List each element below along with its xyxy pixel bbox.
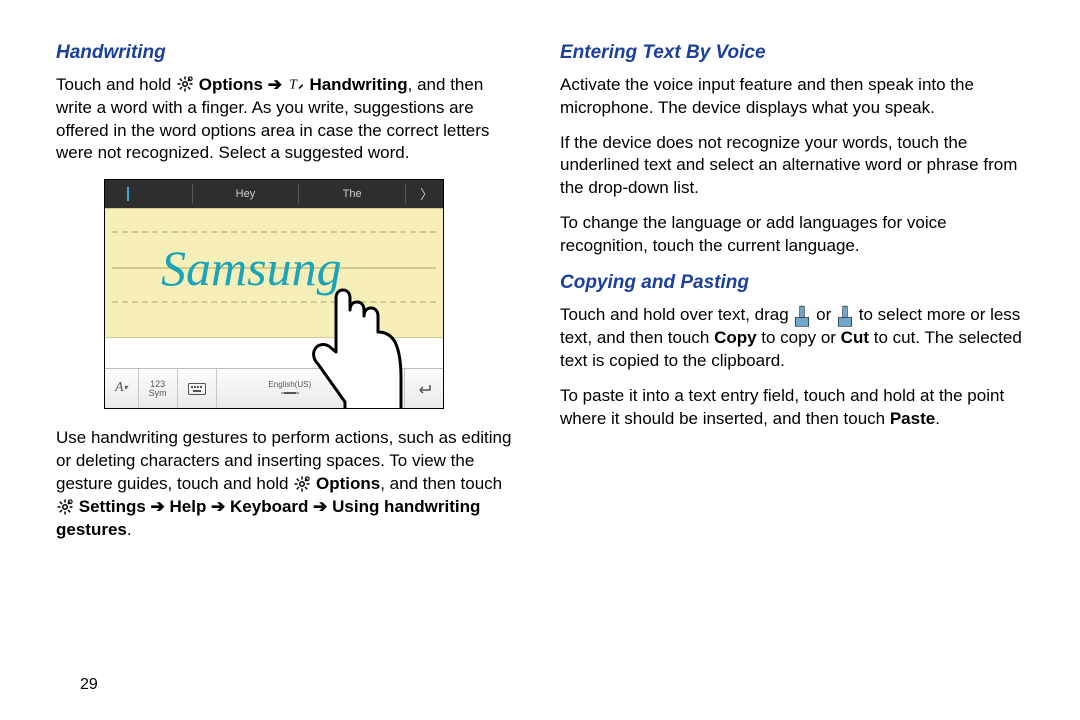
gear-icon bbox=[176, 75, 194, 93]
illustration-suggestion-bar: Hey The 〉 bbox=[105, 180, 443, 208]
voice-paragraph-3: To change the language or add languages … bbox=[560, 212, 1024, 258]
selection-handle-left-icon bbox=[793, 305, 811, 323]
voice-paragraph-2: If the device does not recognize your wo… bbox=[560, 132, 1024, 201]
copying-paragraph-2: To paste it into a text entry field, tou… bbox=[560, 385, 1024, 431]
right-column: Entering Text By Voice Activate the voic… bbox=[560, 36, 1024, 554]
left-column: Handwriting Touch and hold Options ➔ T H… bbox=[56, 36, 520, 554]
options-label: Options bbox=[316, 474, 380, 493]
suggestion-1: Hey bbox=[197, 187, 295, 202]
page-number: 29 bbox=[80, 674, 98, 696]
paste-label: Paste bbox=[890, 409, 935, 428]
svg-text:T: T bbox=[289, 77, 298, 92]
keyboard-icon bbox=[178, 369, 217, 408]
handwriting-label: Handwriting bbox=[309, 75, 407, 94]
voice-paragraph-1: Activate the voice input feature and the… bbox=[560, 74, 1024, 120]
cut-label: Cut bbox=[841, 328, 869, 347]
handwriting-paragraph-1: Touch and hold Options ➔ T Handwriting, … bbox=[56, 74, 520, 166]
settings-path: Settings ➔ Help ➔ Keyboard ➔ Using handw… bbox=[56, 497, 480, 539]
gear-icon bbox=[293, 475, 311, 493]
handwriting-t-icon: T bbox=[287, 75, 305, 93]
options-label: Options bbox=[199, 75, 263, 94]
suggestion-2: The bbox=[303, 187, 401, 202]
heading-voice: Entering Text By Voice bbox=[560, 40, 1024, 66]
copying-paragraph-1: Touch and hold over text, drag or to sel… bbox=[560, 304, 1024, 373]
heading-copying: Copying and Pasting bbox=[560, 270, 1024, 296]
chevron-right-icon: 〉 bbox=[410, 186, 443, 204]
handwriting-illustration: Hey The 〉 Samsung A▾ 123 Sym English(US bbox=[104, 179, 444, 409]
gear-icon bbox=[56, 498, 74, 516]
copy-label: Copy bbox=[714, 328, 757, 347]
heading-handwriting: Handwriting bbox=[56, 40, 520, 66]
handwriting-paragraph-2: Use handwriting gestures to perform acti… bbox=[56, 427, 520, 542]
selection-handle-right-icon bbox=[836, 305, 854, 323]
finger-icon bbox=[305, 282, 415, 409]
